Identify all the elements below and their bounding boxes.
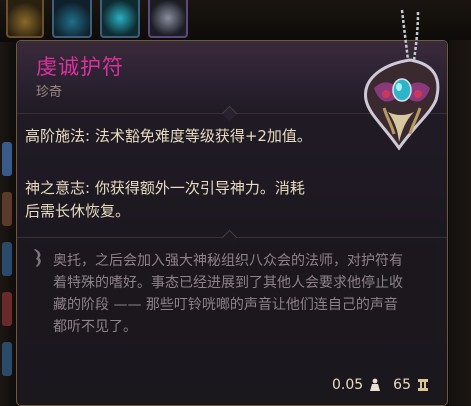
weight-icon: [370, 378, 381, 391]
item-value: 65: [393, 377, 411, 393]
inventory-slot-amulet-gold[interactable]: [6, 0, 44, 38]
inventory-slot-left-1[interactable]: [2, 142, 12, 176]
inventory-slot-amulet-teal[interactable]: [100, 0, 140, 38]
item-title: 虔诚护符: [36, 55, 124, 79]
amulet-icon: [364, 9, 440, 151]
item-weight: 0.05: [332, 377, 364, 393]
inventory-slot-left-3[interactable]: [2, 242, 12, 276]
inventory-slot-left-2[interactable]: [2, 192, 12, 226]
inventory-column-left: [0, 42, 16, 406]
inventory-slot-amulet-blue[interactable]: [52, 0, 92, 38]
item-stats-footer: 0.05 65: [332, 375, 429, 395]
property-greater-spellcasting: 高阶施法: 法术豁免难度等级获得+2加值。: [25, 127, 312, 145]
divider-notch-lore: [221, 229, 238, 246]
inventory-slot-left-5[interactable]: [2, 342, 12, 376]
inventory-slot-amulet-silver[interactable]: [148, 0, 188, 38]
property-divine-will: 神之意志: 你获得额外一次引导神力。消耗后需长休恢复。: [25, 179, 305, 220]
inventory-slot-left-4[interactable]: [2, 292, 12, 326]
quill-icon: [34, 249, 41, 267]
gold-coin-icon: [418, 379, 428, 391]
item-rarity: 珍奇: [36, 85, 63, 100]
item-lore-text: 奥托，之后会加入强大神秘组织八众会的法师，对护符有着特殊的嗜好。事态已经进展到了…: [53, 253, 403, 335]
